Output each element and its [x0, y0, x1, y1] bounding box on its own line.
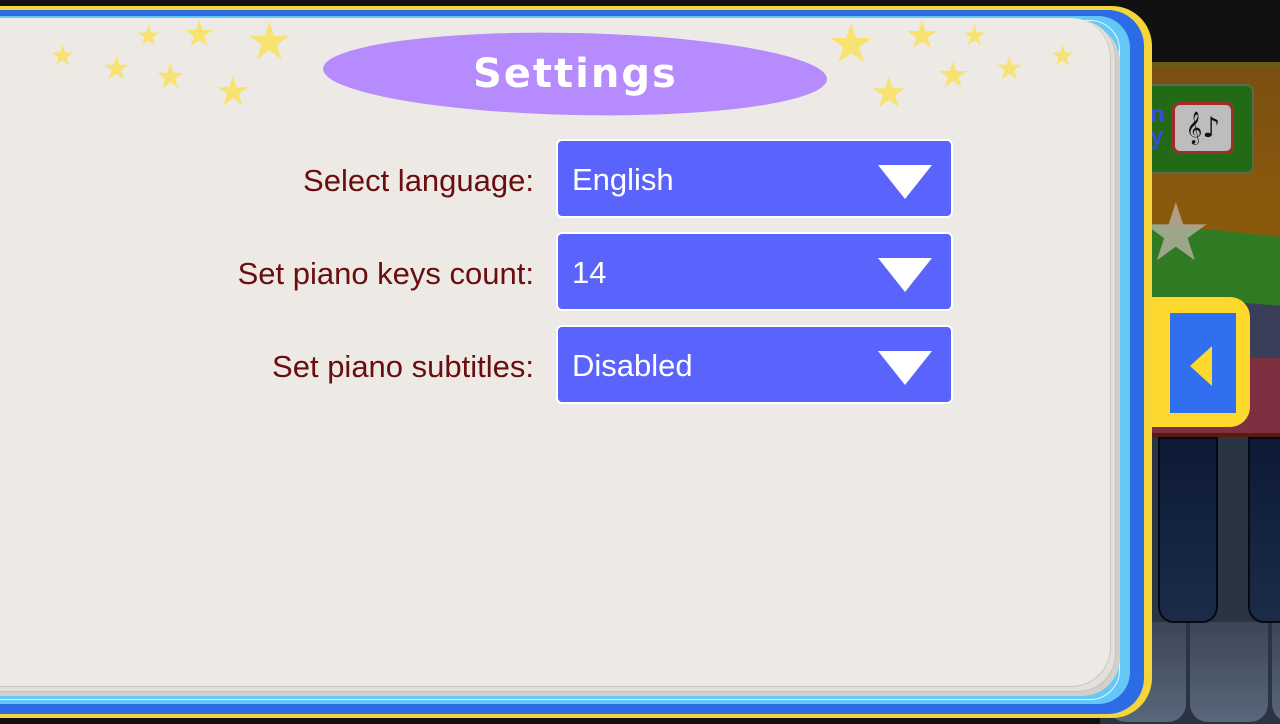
caret-down-icon [878, 258, 932, 292]
piano-keys-count-label: Set piano keys count: [237, 256, 534, 291]
language-label: Select language: [303, 163, 534, 198]
language-dropdown[interactable]: English [556, 139, 953, 218]
star-icon: ★ [905, 13, 940, 57]
piano-white-key[interactable] [1190, 622, 1268, 722]
toggle-inner [1170, 313, 1236, 413]
star-icon: ★ [937, 55, 970, 96]
star-icon: ★ [155, 57, 186, 97]
star-icon: ★ [50, 39, 76, 72]
piano-black-key[interactable] [1158, 437, 1218, 623]
page-title: Settings [472, 51, 678, 97]
piano-black-key[interactable] [1248, 437, 1280, 623]
star-icon: ★ [995, 49, 1024, 87]
piano-subtitles-label: Set piano subtitles: [272, 349, 534, 384]
caret-down-icon [878, 351, 932, 385]
star-icon: ★ [102, 49, 131, 87]
star-icon: ★ [183, 14, 216, 55]
piano-white-key[interactable] [1272, 622, 1280, 722]
star-icon: ★ [136, 19, 162, 52]
piano-subtitles-dropdown[interactable]: Disabled [556, 325, 953, 404]
piano-keys-count-value: 14 [572, 255, 607, 290]
star-icon: ★ [1050, 39, 1076, 72]
music-notes-icon: 𝄞♪ [1185, 111, 1221, 144]
star-icon: ★ [827, 12, 876, 75]
star-icon: ★ [962, 19, 988, 52]
music-notes-button[interactable]: 𝄞♪ [1172, 102, 1234, 154]
piano-subtitles-value: Disabled [572, 348, 693, 383]
game-panel-text: n y [1150, 101, 1165, 150]
side-panel-toggle-button[interactable] [1150, 297, 1250, 427]
language-value: English [572, 162, 674, 197]
star-icon: ★ [215, 69, 251, 115]
arrow-left-icon [1190, 346, 1212, 386]
caret-down-icon [878, 165, 932, 199]
piano-keys-count-dropdown[interactable]: 14 [556, 232, 953, 311]
star-icon: ★ [870, 68, 908, 117]
star-icon: ★ [246, 12, 293, 72]
